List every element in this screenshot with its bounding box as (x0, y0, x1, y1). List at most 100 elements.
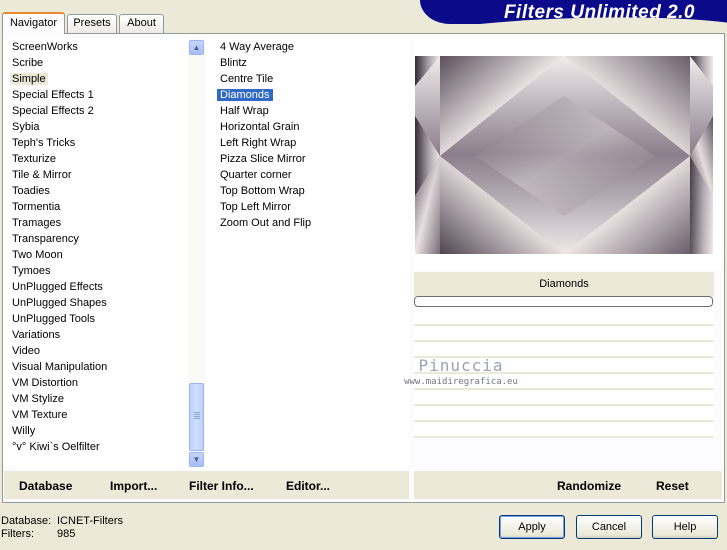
category-item[interactable]: Scribe (6, 55, 184, 71)
editor-button[interactable]: Editor... (286, 479, 330, 493)
category-item-label: Variations (12, 329, 61, 341)
category-item[interactable]: UnPlugged Effects (6, 279, 184, 295)
database-button[interactable]: Database (19, 479, 72, 493)
filters-count-label: Filters: (1, 528, 34, 540)
category-item[interactable]: Transparency (6, 231, 184, 247)
category-item[interactable]: Sybia (6, 119, 184, 135)
filter-item[interactable]: Blintz (212, 55, 402, 71)
filter-item[interactable]: Diamonds (212, 87, 402, 103)
database-label: Database: (1, 515, 52, 527)
chevron-up-icon: ▲ (192, 43, 201, 52)
category-item[interactable]: Willy (6, 423, 184, 439)
category-item-label: Teph's Tricks (12, 137, 76, 149)
category-item[interactable]: Visual Manipulation (6, 359, 184, 375)
category-item[interactable]: UnPlugged Shapes (6, 295, 184, 311)
category-item-label: Texturize (12, 153, 57, 165)
parameter-row[interactable] (414, 422, 714, 438)
tab-navigator[interactable]: Navigator (2, 12, 65, 34)
category-item-label: VM Stylize (12, 393, 64, 405)
category-item-label: Simple (10, 73, 48, 85)
apply-button[interactable]: Apply (499, 515, 565, 539)
category-item-label: VM Distortion (12, 377, 79, 389)
filter-item[interactable]: Centre Tile (212, 71, 402, 87)
progress-bar (414, 296, 713, 307)
app-title: Filters Unlimited 2.0 (503, 2, 695, 23)
category-item[interactable]: Tymoes (6, 263, 184, 279)
category-item[interactable]: Tile & Mirror (6, 167, 184, 183)
category-item[interactable]: VM Distortion (6, 375, 184, 391)
parameter-row[interactable] (414, 342, 714, 358)
filter-item[interactable]: Top Bottom Wrap (212, 183, 402, 199)
category-item[interactable]: Tormentia (6, 199, 184, 215)
filter-item-label: Half Wrap (220, 105, 269, 117)
reset-button[interactable]: Reset (656, 479, 689, 493)
parameter-row[interactable] (414, 358, 714, 374)
tab-presets[interactable]: Presets (67, 14, 117, 33)
chevron-down-icon: ▼ (192, 455, 201, 464)
filter-item-label: Diamonds (217, 89, 273, 101)
category-item-label: Tormentia (12, 201, 61, 213)
category-item[interactable]: Variations (6, 327, 184, 343)
category-item[interactable]: Two Moon (6, 247, 184, 263)
category-item[interactable]: UnPlugged Tools (6, 311, 184, 327)
filter-item[interactable]: Zoom Out and Flip (212, 215, 402, 231)
filter-item-label: Left Right Wrap (220, 137, 297, 149)
category-item[interactable]: Texturize (6, 151, 184, 167)
category-item[interactable]: Special Effects 1 (6, 87, 184, 103)
category-item-label: Special Effects 1 (12, 89, 94, 101)
category-items: ScreenWorks Scribe Simple Special Effects 1… (6, 39, 184, 455)
scroll-up-button[interactable]: ▲ (189, 40, 204, 55)
scroll-down-button[interactable]: ▼ (189, 452, 204, 467)
category-item[interactable]: Toadies (6, 183, 184, 199)
filter-item[interactable]: Quarter corner (212, 167, 402, 183)
filter-item[interactable]: Half Wrap (212, 103, 402, 119)
filter-item[interactable]: Top Left Mirror (212, 199, 402, 215)
filter-item[interactable]: 4 Way Average (212, 39, 402, 55)
filter-item[interactable]: Pizza Slice Mirror (212, 151, 402, 167)
category-list[interactable]: ScreenWorks Scribe Simple Special Effects 1… (4, 38, 205, 468)
scroll-thumb[interactable] (189, 383, 204, 451)
tab-about[interactable]: About (119, 14, 164, 33)
filter-item-label: Centre Tile (220, 73, 274, 85)
filter-items: 4 Way Average Blintz Centre Tile Diamonds Ha… (212, 39, 402, 231)
category-item[interactable]: ScreenWorks (6, 39, 184, 55)
filter-item-label: Horizontal Grain (220, 121, 300, 133)
grip-icon (194, 412, 200, 420)
category-item-label: Tramages (12, 217, 62, 229)
category-item[interactable]: Video (6, 343, 184, 359)
filter-list[interactable]: 4 Way Average Blintz Centre Tile Diamonds Ha… (206, 38, 409, 468)
parameter-row[interactable] (414, 406, 714, 422)
category-scrollbar[interactable]: ▲ ▼ (188, 38, 205, 468)
category-item[interactable]: VM Stylize (6, 391, 184, 407)
parameter-row[interactable] (414, 390, 714, 406)
parameter-row[interactable] (414, 374, 714, 390)
category-item[interactable]: Teph's Tricks (6, 135, 184, 151)
category-item-label: UnPlugged Tools (12, 313, 95, 325)
randomize-button[interactable]: Randomize (557, 479, 621, 493)
category-item[interactable]: VM Texture (6, 407, 184, 423)
category-item-label: Scribe (12, 57, 44, 69)
database-info: Database: ICNET-Filters Filters: 985 (1, 515, 123, 541)
help-button[interactable]: Help (652, 515, 718, 539)
category-item-label: Two Moon (12, 249, 63, 261)
import-button[interactable]: Import... (110, 479, 157, 493)
parameter-row[interactable] (414, 326, 714, 342)
filter-item[interactable]: Left Right Wrap (212, 135, 402, 151)
category-item[interactable]: Tramages (6, 215, 184, 231)
filter-item[interactable]: Horizontal Grain (212, 119, 402, 135)
parameter-rows (414, 310, 714, 438)
filter-item-label: 4 Way Average (220, 41, 294, 53)
category-item[interactable]: Special Effects 2 (6, 103, 184, 119)
category-item[interactable]: Simple (6, 71, 184, 87)
category-item-label: Special Effects 2 (12, 105, 94, 117)
database-value: ICNET-Filters (57, 515, 123, 527)
cancel-button[interactable]: Cancel (576, 515, 642, 539)
category-item[interactable]: °v° Kiwi`s Oelfilter (6, 439, 184, 455)
right-toolbar: Randomize Reset (414, 471, 722, 499)
parameter-row[interactable] (414, 310, 714, 326)
category-item-label: Tymoes (12, 265, 51, 277)
filter-info-button[interactable]: Filter Info... (189, 479, 254, 493)
category-item-label: Willy (12, 425, 36, 437)
category-item-label: Visual Manipulation (12, 361, 108, 373)
filter-item-label: Top Left Mirror (220, 201, 291, 213)
